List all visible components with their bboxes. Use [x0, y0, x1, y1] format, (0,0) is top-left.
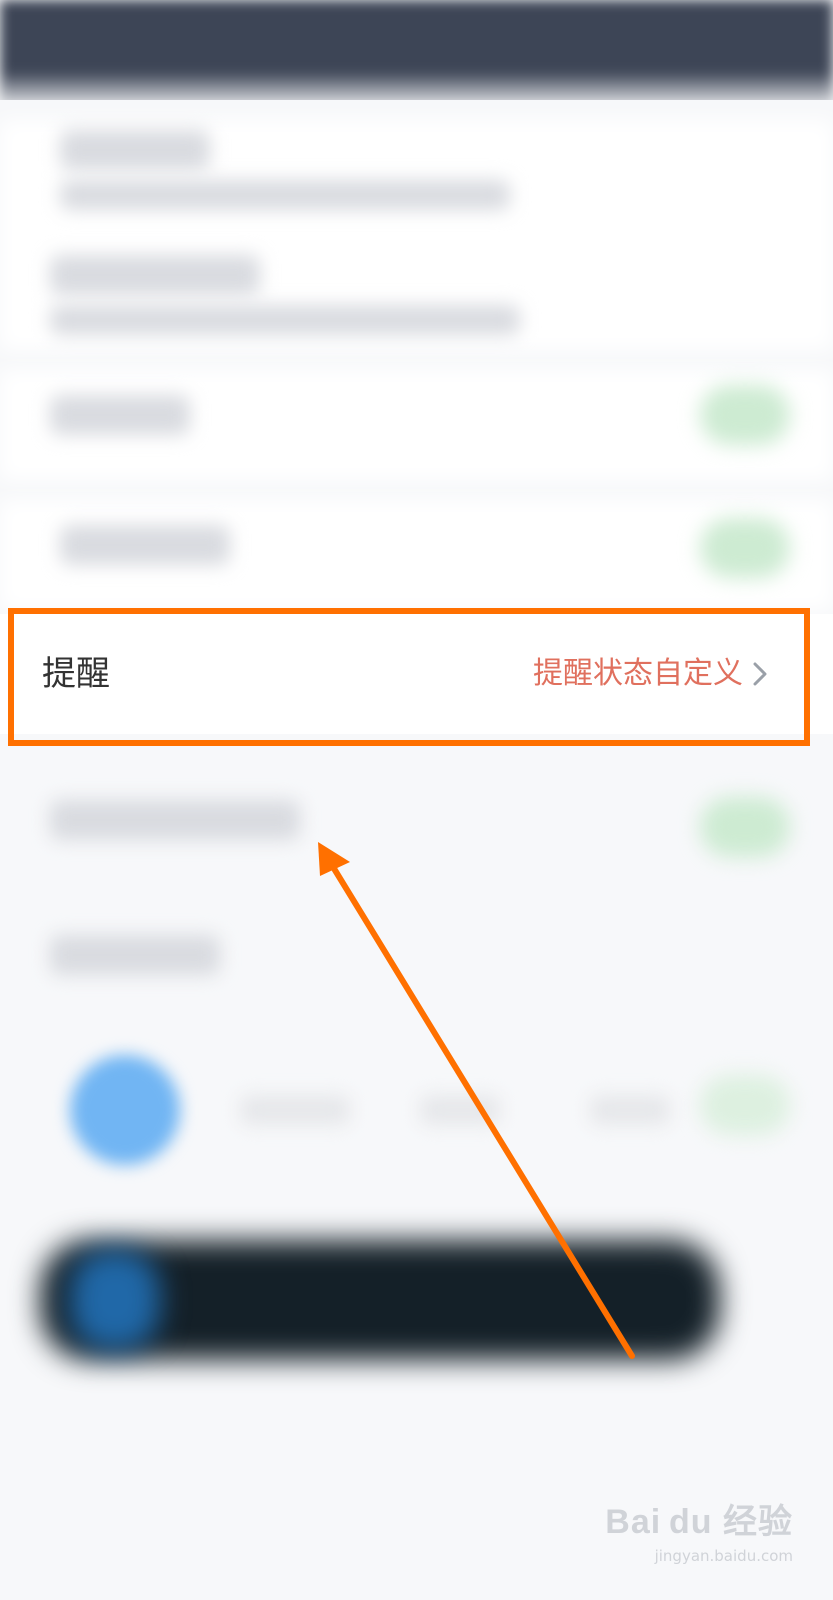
- blurred-text: [50, 305, 520, 335]
- blurred-text: [50, 255, 260, 295]
- blurred-toggle[interactable]: [700, 1075, 790, 1135]
- watermark-brand: Bai du 经验: [605, 1503, 793, 1541]
- blurred-text: [240, 1095, 350, 1125]
- highlight-box: [8, 608, 810, 746]
- blurred-toggle[interactable]: [700, 518, 790, 578]
- blurred-toggle[interactable]: [700, 385, 790, 445]
- baidu-jingyan-watermark: Bai du 经验 jingyan.baidu.com: [583, 1494, 793, 1572]
- blurred-banner-icon: [70, 1250, 160, 1350]
- blurred-toggle[interactable]: [700, 797, 790, 857]
- blurred-text: [590, 1095, 670, 1125]
- blurred-text: [50, 395, 190, 435]
- blurred-text: [50, 935, 220, 975]
- blurred-text: [60, 525, 230, 565]
- blurred-text: [420, 1095, 500, 1125]
- blurred-top-bar: [0, 0, 833, 110]
- blurred-text: [60, 130, 210, 170]
- watermark-url: jingyan.baidu.com: [654, 1547, 793, 1565]
- avatar: [70, 1055, 180, 1165]
- blurred-text: [60, 180, 510, 210]
- blurred-text: [50, 800, 300, 840]
